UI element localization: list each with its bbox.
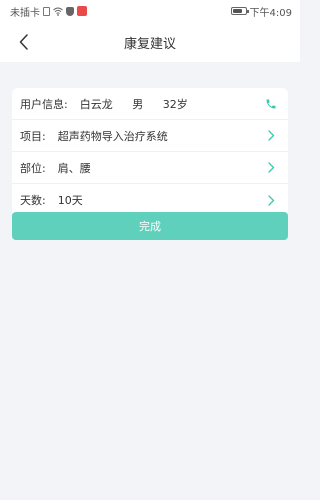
battery-icon xyxy=(230,7,249,15)
user-info-row[interactable]: 用户信息: 白云龙 男 32岁 xyxy=(12,88,288,120)
user-age: 32岁 xyxy=(162,97,188,111)
user-info-value: 白云龙 男 32岁 xyxy=(80,96,264,112)
days-label: 天数: xyxy=(20,194,46,207)
carrier-text: 未插卡 xyxy=(10,7,40,19)
user-gender: 男 xyxy=(132,97,144,111)
info-card: 用户信息: 白云龙 男 32岁 项目: 超声药物导入治疗系统 部位: 肩、腰 天… xyxy=(12,88,288,216)
done-button[interactable]: 完成 xyxy=(12,212,288,240)
chevron-right-icon xyxy=(264,129,278,143)
page-title: 康复建议 xyxy=(123,36,176,52)
body-part-row[interactable]: 部位: 肩、腰 xyxy=(12,152,288,184)
body-part-value: 肩、腰 xyxy=(57,161,91,175)
project-label: 项目: xyxy=(20,129,46,143)
project-row[interactable]: 项目: 超声药物导入治疗系统 xyxy=(12,120,288,152)
wifi-icon xyxy=(53,7,63,16)
project-value: 超声药物导入治疗系统 xyxy=(57,129,168,143)
chevron-right-icon xyxy=(264,193,278,207)
nav-bar: 康复建议 xyxy=(0,22,300,62)
phone-icon[interactable] xyxy=(264,97,278,111)
status-right: 下午4:09 xyxy=(230,4,292,19)
status-left: 未插卡 xyxy=(10,4,87,19)
user-name: 白云龙 xyxy=(79,97,113,111)
sim-icon xyxy=(43,6,50,16)
back-arrow-icon[interactable] xyxy=(12,30,36,54)
user-info-label: 用户信息: xyxy=(20,97,68,111)
days-value: 10天 xyxy=(57,194,83,207)
status-bar: 未插卡 下午4:09 xyxy=(0,0,300,22)
shield-icon xyxy=(66,6,74,16)
chevron-right-icon xyxy=(264,161,278,175)
body-part-label: 部位: xyxy=(20,161,46,175)
clock-text: 下午4:09 xyxy=(249,7,292,19)
app-notification-icon xyxy=(77,6,87,16)
